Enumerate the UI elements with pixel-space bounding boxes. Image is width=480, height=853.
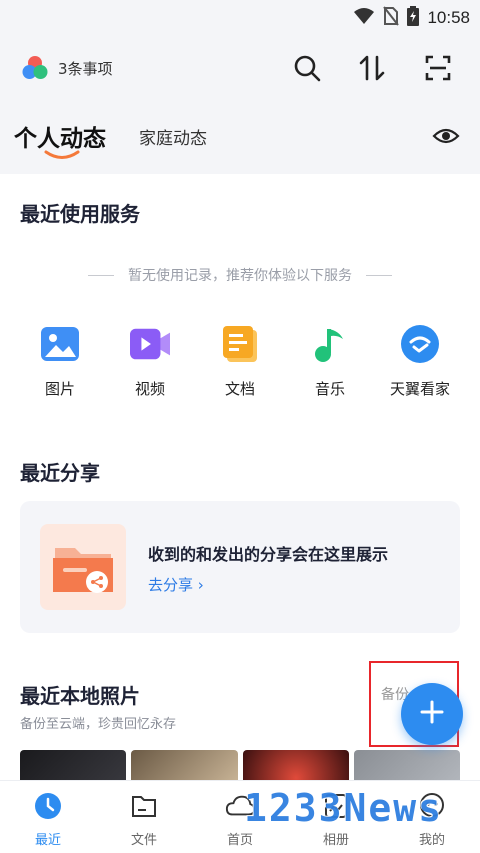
service-home-camera[interactable]: 天翼看家 <box>375 324 465 399</box>
clock-icon <box>33 791 63 821</box>
nav-files[interactable]: 文件 <box>96 781 192 853</box>
nav-label: 首页 <box>226 833 253 848</box>
service-label: 视频 <box>134 380 165 398</box>
divider <box>88 274 114 276</box>
recent-share-title: 最近分享 <box>20 461 100 485</box>
feed-tabs: 个人动态 家庭动态 <box>0 104 480 174</box>
tasks-count-label[interactable]: 3条事项 <box>58 58 113 79</box>
share-card[interactable]: 收到的和发出的分享会在这里展示 去分享 › <box>20 501 460 633</box>
folder-icon <box>129 791 159 821</box>
service-label: 图片 <box>44 380 75 398</box>
main-content[interactable]: 最近使用服务 暂无使用记录，推荐你体验以下服务 图片 视频 文档 音乐 天翼看家… <box>0 174 480 780</box>
status-time: 10:58 <box>427 8 470 27</box>
service-label: 文档 <box>224 380 255 398</box>
home-camera-icon <box>400 324 440 364</box>
active-tab-indicator <box>44 148 80 162</box>
divider <box>366 274 392 276</box>
scan-icon[interactable] <box>422 52 454 84</box>
nav-label: 我的 <box>418 833 445 848</box>
empty-services-hint: 暂无使用记录，推荐你体验以下服务 <box>0 265 480 285</box>
empty-services-text: 暂无使用记录，推荐你体验以下服务 <box>128 268 352 284</box>
video-icon <box>130 324 170 364</box>
top-bar: 3条事项 <box>0 34 480 104</box>
status-bar: 10:58 <box>0 0 480 34</box>
service-images[interactable]: 图片 <box>15 324 105 399</box>
go-share-link[interactable]: 去分享 › <box>148 574 204 595</box>
service-label: 音乐 <box>314 380 345 398</box>
recent-photos-subtitle: 备份至云端，珍贵回忆永存 <box>20 717 177 732</box>
add-button[interactable] <box>401 683 463 745</box>
battery-icon <box>407 6 420 30</box>
sort-icon[interactable] <box>356 52 388 84</box>
nav-recent[interactable]: 最近 <box>0 781 96 853</box>
document-icon <box>220 324 260 364</box>
service-label: 天翼看家 <box>389 380 450 398</box>
recent-photos-title: 最近本地照片 <box>20 684 140 708</box>
wifi-icon <box>353 7 375 29</box>
service-music[interactable]: 音乐 <box>285 324 375 399</box>
nav-label: 相册 <box>322 833 349 848</box>
nav-label: 最近 <box>34 833 61 848</box>
tab-family-feed[interactable]: 家庭动态 <box>139 124 207 149</box>
nav-label: 文件 <box>130 833 157 848</box>
watermark-text: 1233News <box>244 786 444 830</box>
photo-thumbnails <box>20 750 460 780</box>
plus-icon <box>419 699 445 729</box>
photo-thumbnail[interactable] <box>242 750 349 780</box>
image-icon <box>40 324 80 364</box>
no-sim-icon <box>383 6 400 30</box>
music-icon <box>310 324 350 364</box>
photo-thumbnail[interactable] <box>353 750 460 780</box>
eye-icon[interactable] <box>432 122 460 150</box>
share-empty-message: 收到的和发出的分享会在这里展示 <box>148 545 389 564</box>
service-videos[interactable]: 视频 <box>105 324 195 399</box>
share-folder-icon <box>40 524 126 610</box>
photo-thumbnail[interactable] <box>20 750 127 780</box>
photo-thumbnail[interactable] <box>131 750 238 780</box>
search-icon[interactable] <box>291 52 323 84</box>
recent-services-title: 最近使用服务 <box>20 202 140 226</box>
app-logo-icon[interactable] <box>22 55 48 81</box>
recommended-services: 图片 视频 文档 音乐 天翼看家 <box>15 324 465 399</box>
service-documents[interactable]: 文档 <box>195 324 285 399</box>
